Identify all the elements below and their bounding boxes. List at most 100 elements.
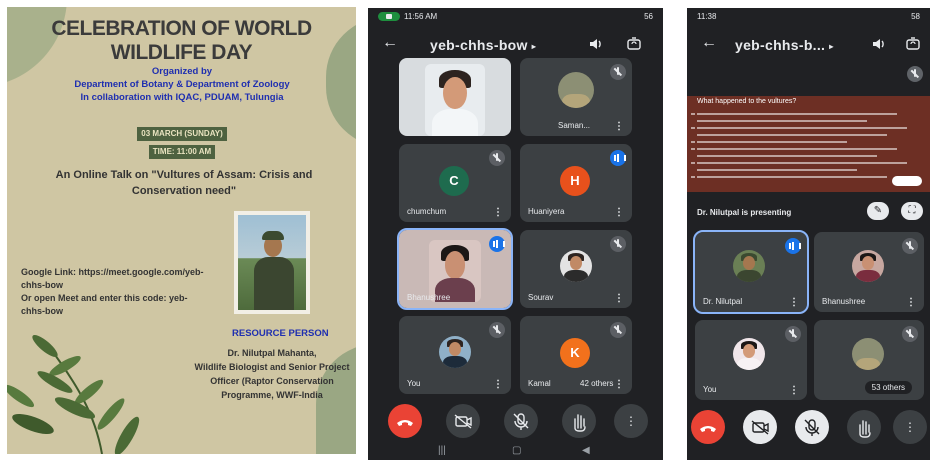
meeting-code[interactable]: yeb-chhs-bow ▸ — [430, 37, 536, 53]
camera-in-use-icon — [378, 12, 400, 22]
mic-off-icon — [610, 64, 626, 80]
participant-name: Huaniyera — [528, 207, 565, 216]
switch-camera-icon[interactable] — [626, 36, 642, 52]
participant-tile[interactable]: Sourav ⋮ — [520, 230, 632, 308]
participant-tile[interactable]: H Huaniyera ⋮ — [520, 144, 632, 222]
speaker-icon[interactable] — [588, 36, 604, 52]
collaboration-text: In collaboration with IQAC, PDUAM, Tulun… — [80, 92, 284, 103]
participant-avatar — [558, 72, 594, 108]
participant-video — [425, 64, 485, 136]
presenter-mic-off — [907, 66, 923, 82]
pin-icon: ✎ — [873, 205, 883, 216]
status-bar: 11:56 AM 56 — [368, 8, 663, 28]
mic-toggle-button[interactable] — [795, 410, 829, 444]
participant-avatar — [852, 250, 884, 282]
participant-tile-active-speaker[interactable]: Bhanushree — [397, 228, 513, 310]
participant-tile[interactable]: C chumchum ⋮ — [399, 144, 511, 222]
participant-tile-speaker-video[interactable] — [399, 58, 511, 136]
more-options-icon[interactable]: ⋮ — [614, 294, 624, 304]
call-controls: ⋮ — [687, 410, 930, 450]
camera-toggle-button[interactable] — [446, 404, 480, 438]
plant-illustration — [7, 335, 140, 454]
participant-avatar — [560, 250, 592, 282]
more-options-button[interactable]: ⋮ — [893, 410, 927, 444]
slide-title: What happened to the vultures? — [697, 98, 797, 105]
status-battery: 56 — [644, 12, 653, 21]
participant-tile-overflow[interactable]: K Kamal 42 others ⋮ — [520, 316, 632, 394]
rp-line: Dr. Nilutpal Mahanta, — [227, 348, 317, 358]
participant-tile[interactable]: Saman... ⋮ — [520, 58, 632, 136]
arrow-back-icon[interactable]: ← — [701, 34, 717, 52]
meet-phone-screen-2: 11:38 58 ← yeb-chhs-b... ▸ What happened … — [687, 8, 930, 460]
resource-person-heading: RESOURCE PERSON — [232, 328, 329, 339]
raise-hand-button[interactable] — [562, 404, 596, 438]
rp-line: Officer (Raptor Conservation — [210, 376, 334, 386]
participant-tile-presenter[interactable]: Dr. Nilutpal ⋮ — [693, 230, 809, 314]
camera-toggle-button[interactable] — [743, 410, 777, 444]
mic-off-icon — [513, 413, 529, 430]
nav-back-icon[interactable]: ◀ — [582, 445, 590, 456]
talk-title-line: An Online Talk on "Vultures of Assam: Cr… — [55, 169, 313, 181]
more-options-icon[interactable]: ⋮ — [493, 380, 503, 390]
participant-tile-self[interactable]: You ⋮ — [399, 316, 511, 394]
speaker-icon[interactable] — [871, 36, 887, 52]
speaking-indicator-icon — [610, 150, 626, 166]
speaker-photo — [234, 211, 310, 314]
participant-name: You — [407, 379, 421, 388]
participant-tile-self[interactable]: You ⋮ — [695, 320, 807, 400]
participant-initial-avatar: C — [439, 166, 469, 196]
more-options-icon[interactable]: ⋮ — [906, 298, 916, 308]
mic-off-icon — [489, 322, 505, 338]
others-count[interactable]: 53 others — [864, 381, 912, 394]
more-options-icon[interactable]: ⋮ — [614, 380, 624, 390]
talk-title-line: Conservation need" — [131, 185, 237, 197]
speaking-indicator-icon — [489, 236, 505, 252]
android-nav-bar: ||| ▢ ◀ — [368, 442, 663, 460]
pin-presentation-button[interactable]: ✎ — [867, 202, 889, 220]
meeting-code[interactable]: yeb-chhs-b... ▸ — [735, 37, 834, 53]
status-battery: 58 — [911, 12, 920, 21]
participant-tile-overflow[interactable]: 53 others — [814, 320, 924, 400]
mic-toggle-button[interactable] — [504, 404, 538, 438]
shared-screen-presentation[interactable]: What happened to the vultures? — [687, 96, 930, 192]
nav-home-icon[interactable]: ▢ — [512, 445, 521, 456]
poster-title: CELEBRATION OF WORLD WILDLIFE DAY — [51, 17, 312, 64]
more-options-icon[interactable]: ⋮ — [614, 208, 624, 218]
raise-hand-button[interactable] — [847, 410, 881, 444]
more-options-icon: ⋮ — [904, 420, 916, 434]
participant-name: Sourav — [528, 293, 554, 302]
participant-avatar — [733, 338, 765, 370]
participant-initial-avatar: K — [560, 338, 590, 368]
others-count: 42 others — [580, 379, 614, 388]
participant-tile[interactable]: Bhanushree ⋮ — [814, 232, 924, 312]
meeting-code-text: yeb-chhs-bow — [430, 37, 528, 53]
participant-name: Saman... — [558, 121, 591, 130]
mic-off-icon — [489, 150, 505, 166]
presentation-scroll-pill[interactable] — [892, 176, 922, 186]
participant-avatar — [733, 250, 765, 282]
organizer-block: Organized by Department of Botany & Depa… — [47, 65, 317, 104]
more-options-icon[interactable]: ⋮ — [493, 208, 503, 218]
status-bar: 11:38 58 — [687, 8, 930, 28]
camera-off-icon — [751, 420, 769, 435]
mic-off-icon — [610, 236, 626, 252]
meet-link-line: Google Link: https://meet.google.com/yeb… — [21, 267, 204, 277]
participant-name: chumchum — [407, 207, 447, 216]
arrow-back-icon[interactable]: ← — [382, 34, 398, 52]
screenshot-collage: CELEBRATION OF WORLD WILDLIFE DAY Organi… — [0, 0, 933, 461]
resource-person-details: Dr. Nilutpal Mahanta, Wildlife Biologist… — [187, 346, 356, 402]
more-options-icon[interactable]: ⋮ — [614, 122, 624, 132]
more-options-icon[interactable]: ⋮ — [789, 298, 799, 308]
end-call-icon — [700, 426, 716, 432]
end-call-button[interactable] — [388, 404, 422, 438]
participant-avatar — [439, 336, 471, 368]
more-options-button[interactable]: ⋮ — [614, 404, 648, 438]
fullscreen-button[interactable]: ⛶ — [901, 202, 923, 220]
nav-recents-icon[interactable]: ||| — [438, 445, 446, 456]
mic-off-icon — [902, 238, 918, 254]
end-call-button[interactable] — [691, 410, 725, 444]
meet-phone-screen-1: 11:56 AM 56 ← yeb-chhs-bow ▸ Saman... ⋮ C — [368, 8, 663, 460]
switch-camera-icon[interactable] — [905, 36, 921, 52]
more-options-icon[interactable]: ⋮ — [789, 386, 799, 396]
status-time: 11:56 AM — [404, 12, 438, 21]
